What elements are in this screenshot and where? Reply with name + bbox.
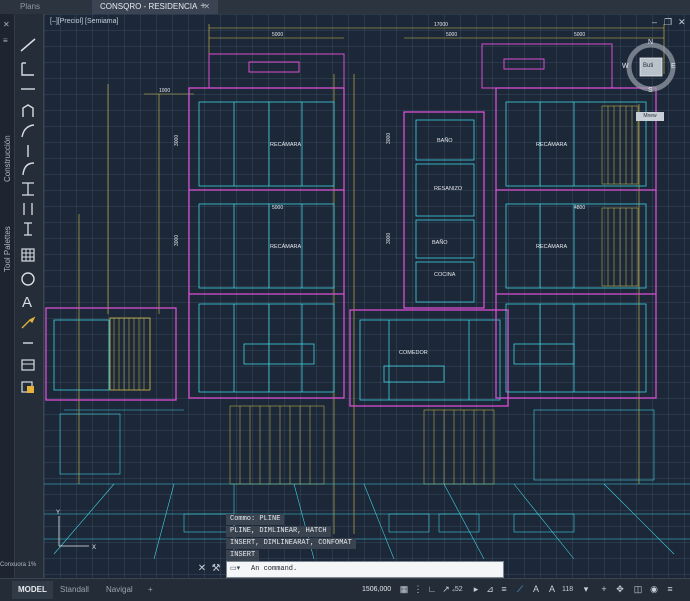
room-label: BAÑO	[432, 239, 448, 246]
command-line: ✕ ⚒ ▭▾ An command.	[196, 561, 504, 578]
polar-icon[interactable]: ↗	[440, 583, 452, 596]
tab-plans[interactable]: Plans	[12, 0, 48, 14]
status-bar: MODEL Standall Navigal + 1506,000 ▦ ⋮ ∟ …	[0, 578, 690, 601]
room-label: RECÁMARA	[270, 243, 302, 250]
compass-north[interactable]: N	[648, 39, 653, 46]
viewcube[interactable]: N S E W Buti	[622, 39, 678, 94]
new-tab-button[interactable]: +	[196, 0, 210, 14]
hardware-acceleration-icon[interactable]: ◫	[632, 583, 644, 596]
object-track-icon[interactable]: ⊿	[484, 583, 496, 596]
dim-vertical: 3000	[174, 135, 180, 146]
annotation-visibility-icon[interactable]: A	[530, 583, 542, 596]
annotation-autoscale-icon[interactable]: A	[546, 583, 558, 596]
dim-top-mid: 5000	[446, 32, 457, 38]
pan-icon[interactable]: ✥	[614, 583, 626, 596]
polygon-tool-icon[interactable]	[18, 102, 38, 120]
osnap-icon[interactable]: ▸	[470, 583, 482, 596]
close-icon[interactable]: ✕	[196, 563, 208, 575]
add-layout-button[interactable]: +	[142, 581, 159, 599]
snap-icon[interactable]: ⋮	[412, 583, 424, 596]
palette-bottom-label: Conxuora 1%	[0, 562, 37, 568]
ortho-icon[interactable]: ∟	[426, 583, 438, 596]
ucs-y-label: Y	[56, 510, 60, 516]
xline-tool-icon[interactable]	[18, 180, 38, 198]
compass-south[interactable]: S	[648, 87, 653, 94]
room-label: RECÁMARA	[270, 141, 302, 148]
close-icon[interactable]: ✕	[3, 20, 10, 29]
svg-text:A: A	[22, 294, 32, 310]
scale-dropdown-icon[interactable]: ▾	[580, 583, 592, 596]
tab-label: Plans	[20, 2, 41, 11]
scale-readout[interactable]: 118	[562, 583, 573, 596]
tab-layout-standall[interactable]: Standall	[54, 581, 95, 599]
arc-tool-icon[interactable]	[18, 122, 38, 140]
dim-floor-left: 1000	[159, 88, 170, 94]
annotation-scale-icon[interactable]: ⟋	[514, 583, 526, 596]
zoom-in-icon[interactable]: +	[598, 583, 610, 596]
coordinates-readout[interactable]: 1506,000	[358, 582, 395, 598]
room-label: RECÁMARA	[536, 243, 568, 250]
hatch-tool-icon[interactable]	[18, 246, 38, 264]
command-history-line: INSERT, DIMLINEARAT, CONFOMAT	[226, 538, 356, 549]
compass-west[interactable]: W	[622, 63, 629, 70]
command-history-line: Commo: PLINE	[226, 514, 285, 525]
elevation-drawing: 17000 5000 5000 5000 1000 5000 4800 3000…	[44, 22, 690, 560]
command-history-line: INSERT	[226, 550, 260, 561]
room-label: BAÑO	[437, 137, 453, 144]
tool-palette: ✕ ≡ Construcción Tool Palettes Conxuora …	[0, 14, 44, 578]
lineweight-icon[interactable]: ≡	[498, 583, 510, 596]
room-label: RECÁMARA	[536, 141, 568, 148]
command-input-text: An command.	[251, 565, 298, 573]
palette-title-strip: ✕ ≡ Construcción Tool Palettes Conxuora …	[0, 14, 36, 578]
compass-east[interactable]: E	[671, 63, 676, 70]
command-input[interactable]: ▭▾ An command.	[226, 561, 504, 578]
palette-title-construccion: Construcción	[3, 135, 12, 182]
isolate-objects-icon[interactable]: ◉	[648, 583, 660, 596]
wcs-menu[interactable]: Mnew	[636, 112, 664, 121]
dim-floor-right: 4800	[574, 205, 585, 211]
tab-layout-navigal[interactable]: Navigal	[100, 581, 139, 599]
circle-tool-icon[interactable]	[18, 270, 38, 288]
document-tab-bar: Plans CONSQRO - RESIDENCIA ✕ +	[0, 0, 690, 14]
dim-vertical: 3000	[174, 235, 180, 246]
dim-top-left: 5000	[272, 32, 283, 38]
room-label: COMEDOR	[399, 350, 428, 356]
customize-menu-icon[interactable]: ≡	[664, 583, 676, 596]
wipeout-tool-icon[interactable]	[18, 334, 38, 352]
insert-block-tool-icon[interactable]	[18, 314, 38, 332]
arc-3point-tool-icon[interactable]	[18, 160, 38, 178]
line-tool-icon[interactable]	[18, 36, 38, 54]
scale-tool-icon[interactable]	[18, 378, 38, 396]
tab-model[interactable]: MODEL	[12, 581, 53, 599]
table-tool-icon[interactable]	[18, 356, 38, 374]
grid-icon[interactable]: ▦	[398, 583, 410, 596]
room-label: COCINA	[434, 272, 456, 278]
dimension-tool-icon[interactable]	[18, 200, 38, 218]
command-prompt-icon[interactable]: ▭▾	[230, 564, 240, 572]
spline-tool-icon[interactable]	[18, 142, 38, 160]
angle-readout[interactable]: ₄52	[452, 583, 463, 596]
tab-label: CONSQRO - RESIDENCIA	[100, 2, 198, 11]
room-label: RESANIZO	[434, 186, 463, 192]
viewcube-face-label[interactable]: Buti	[643, 63, 653, 69]
dim-floor-mid: 5000	[272, 205, 283, 211]
polyline-tool-icon[interactable]	[18, 60, 38, 78]
dim-vertical: 3000	[386, 233, 392, 244]
dim-vertical: 3000	[386, 133, 392, 144]
customize-icon[interactable]: ⚒	[210, 563, 222, 575]
drawing-viewport[interactable]: [–][Preciol] [Semiama] tuoi – ❐ ✕ 17000 …	[44, 14, 690, 578]
palette-title-tool-palettes: Tool Palettes	[3, 226, 12, 272]
ucs-x-label: X	[92, 545, 96, 551]
dim-top-right: 5000	[574, 32, 585, 38]
rectangle-tool-icon[interactable]	[18, 80, 38, 98]
ray-tool-icon[interactable]	[18, 220, 38, 238]
palette-options-icon[interactable]: ≡	[3, 36, 8, 45]
command-history-line: PLINE, DIMLINEAR, HATCH	[226, 526, 331, 537]
text-tool-icon[interactable]: A	[18, 292, 38, 310]
dim-top-total: 17000	[434, 22, 448, 28]
